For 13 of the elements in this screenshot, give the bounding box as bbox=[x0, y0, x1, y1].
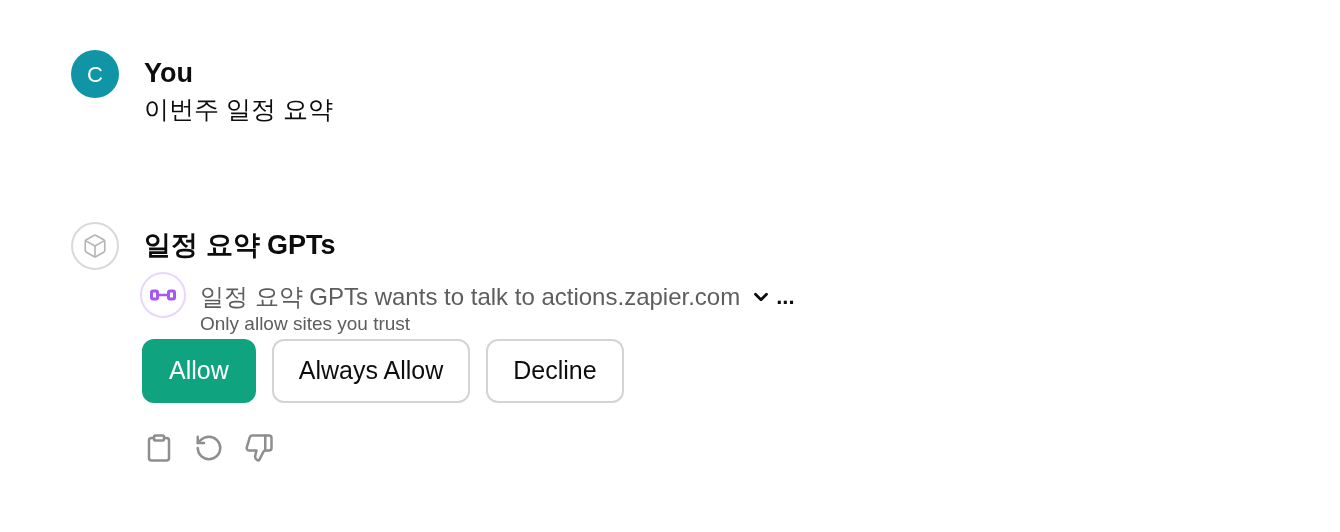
action-button[interactable]: Decline bbox=[486, 339, 624, 403]
action-button[interactable]: Always Allow bbox=[271, 339, 471, 403]
thumbs-down-icon[interactable] bbox=[244, 433, 274, 463]
author-name: You bbox=[144, 57, 194, 90]
request-text: 일정 요약 GPTs wants to talk to actions.zapier.com bbox=[200, 281, 741, 312]
expand-button[interactable]: ... bbox=[750, 280, 795, 313]
trust-note: Only allow sites you trust bbox=[200, 313, 412, 335]
user-avatar: C bbox=[71, 50, 119, 98]
author-name: 일정 요약 GPTs bbox=[144, 229, 337, 262]
cube-icon bbox=[82, 233, 108, 259]
link-icon bbox=[150, 289, 176, 301]
regenerate-icon[interactable] bbox=[194, 433, 224, 463]
message-text: 이번주 일정 요약 bbox=[144, 94, 333, 125]
